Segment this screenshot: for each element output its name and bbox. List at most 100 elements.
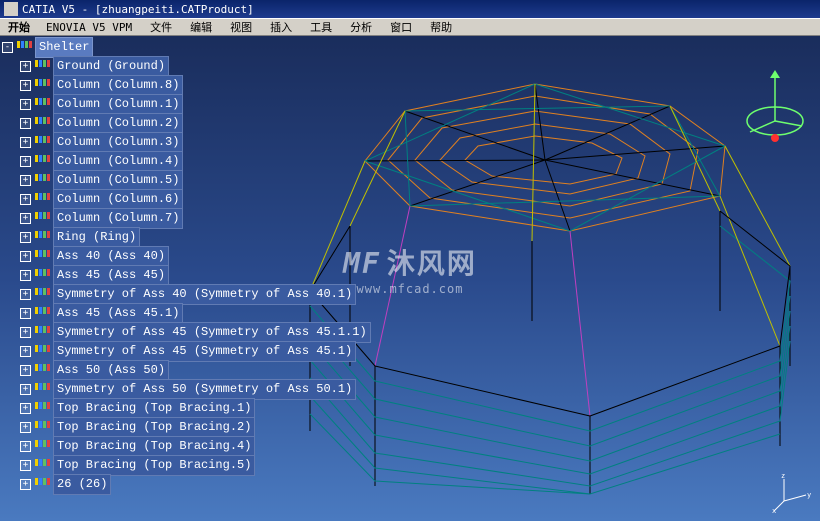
tree-label[interactable]: Symmetry of Ass 40 (Symmetry of Ass 40.1… [53,284,356,305]
tree-label[interactable]: Top Bracing (Top Bracing.1) [53,398,255,419]
expander-icon[interactable]: + [20,61,31,72]
expander-icon[interactable]: + [20,403,31,414]
expander-icon[interactable]: - [2,42,13,53]
tree-node[interactable]: + Column (Column.6) [2,190,371,209]
tree-node[interactable]: + Ground (Ground) [2,57,371,76]
tree-node[interactable]: + Top Bracing (Top Bracing.5) [2,456,371,475]
product-icon [34,60,50,74]
tree-node[interactable]: + Symmetry of Ass 45 (Symmetry of Ass 45.… [2,323,371,342]
tree-node[interactable]: + Ass 45 (Ass 45) [2,266,371,285]
menu-tools[interactable]: 工具 [306,18,336,36]
viewport-3d[interactable]: - Shelter + Ground (Ground) + Column (Column.… [0,36,820,521]
tree-node[interactable]: +26 (26) [2,475,371,494]
menu-enovia[interactable]: ENOVIA V5 VPM [42,20,136,35]
expander-icon[interactable]: + [20,289,31,300]
product-icon [34,250,50,264]
tree-node[interactable]: + Column (Column.8) [2,76,371,95]
expander-icon[interactable]: + [20,80,31,91]
tree-label[interactable]: Column (Column.5) [53,170,183,191]
expander-icon[interactable]: + [20,441,31,452]
menu-help[interactable]: 帮助 [426,18,456,36]
tree-node[interactable]: + Column (Column.5) [2,171,371,190]
expander-icon[interactable]: + [20,270,31,281]
svg-text:x: x [772,507,776,513]
tree-label[interactable]: Column (Column.2) [53,113,183,134]
tree-label[interactable]: Top Bracing (Top Bracing.4) [53,436,255,457]
tree-label[interactable]: Column (Column.8) [53,75,183,96]
tree-node[interactable]: + Ass 40 (Ass 40) [2,247,371,266]
tree-label[interactable]: Ring (Ring) [53,227,140,248]
tree-label[interactable]: Symmetry of Ass 50 (Symmetry of Ass 50.1… [53,379,356,400]
tree-label[interactable]: Ass 45 (Ass 45) [53,265,169,286]
product-icon [16,41,32,55]
tree-node[interactable]: + Top Bracing (Top Bracing.4) [2,437,371,456]
product-icon [34,193,50,207]
menu-file[interactable]: 文件 [146,18,176,36]
expander-icon[interactable]: + [20,118,31,129]
tree-label[interactable]: Column (Column.1) [53,94,183,115]
product-icon [34,117,50,131]
expander-icon[interactable]: + [20,422,31,433]
tree-node[interactable]: + Top Bracing (Top Bracing.1) [2,399,371,418]
tree-node[interactable]: - Shelter [2,38,371,57]
axis-triad: z y x [772,473,812,513]
tree-node[interactable]: + Column (Column.2) [2,114,371,133]
tree-label[interactable]: Ass 40 (Ass 40) [53,246,169,267]
tree-label[interactable]: Top Bracing (Top Bracing.2) [53,417,255,438]
expander-icon[interactable]: + [20,460,31,471]
tree-label[interactable]: 26 (26) [53,474,111,495]
tree-node[interactable]: + Column (Column.7) [2,209,371,228]
product-icon [34,288,50,302]
tree-label[interactable]: Ass 45 (Ass 45.1) [53,303,183,324]
menu-start[interactable]: 开始 [4,18,34,36]
tree-label[interactable]: Column (Column.3) [53,132,183,153]
expander-icon[interactable]: + [20,137,31,148]
expander-icon[interactable]: + [20,346,31,357]
expander-icon[interactable]: + [20,384,31,395]
menu-insert[interactable]: 插入 [266,18,296,36]
expander-icon[interactable]: + [20,251,31,262]
product-icon [34,79,50,93]
tree-node[interactable]: + Column (Column.3) [2,133,371,152]
tree-node[interactable]: + Symmetry of Ass 45 (Symmetry of Ass 45.… [2,342,371,361]
menu-window[interactable]: 窗口 [386,18,416,36]
tree-node[interactable]: + Symmetry of Ass 50 (Symmetry of Ass 50.… [2,380,371,399]
tree-node[interactable]: + Ass 50 (Ass 50) [2,361,371,380]
tree-node[interactable]: + Top Bracing (Top Bracing.2) [2,418,371,437]
tree-node[interactable]: + Symmetry of Ass 40 (Symmetry of Ass 40.… [2,285,371,304]
tree-label[interactable]: Ass 50 (Ass 50) [53,360,169,381]
titlebar: CATIA V5 - [zhuangpeiti.CATProduct] [0,0,820,18]
svg-text:y: y [807,491,811,499]
menu-view[interactable]: 视图 [226,18,256,36]
expander-icon[interactable]: + [20,479,31,490]
compass-widget[interactable] [740,66,810,146]
expander-icon[interactable]: + [20,327,31,338]
tree-label[interactable]: Shelter [35,37,93,58]
expander-icon[interactable]: + [20,194,31,205]
tree-node[interactable]: + Ass 45 (Ass 45.1) [2,304,371,323]
menu-analyze[interactable]: 分析 [346,18,376,36]
product-icon [34,136,50,150]
tree-node[interactable]: + Column (Column.1) [2,95,371,114]
expander-icon[interactable]: + [20,99,31,110]
tree-label[interactable]: Symmetry of Ass 45 (Symmetry of Ass 45.1… [53,341,356,362]
tree-label[interactable]: Symmetry of Ass 45 (Symmetry of Ass 45.1… [53,322,371,343]
tree-node[interactable]: + Ring (Ring) [2,228,371,247]
expander-icon[interactable]: + [20,175,31,186]
svg-text:z: z [781,473,785,480]
tree-label[interactable]: Column (Column.7) [53,208,183,229]
tree-node[interactable]: + Column (Column.4) [2,152,371,171]
product-icon [34,459,50,473]
expander-icon[interactable]: + [20,156,31,167]
specification-tree[interactable]: - Shelter + Ground (Ground) + Column (Column.… [2,38,371,494]
expander-icon[interactable]: + [20,232,31,243]
menu-edit[interactable]: 编辑 [186,18,216,36]
tree-label[interactable]: Top Bracing (Top Bracing.5) [53,455,255,476]
tree-label[interactable]: Column (Column.6) [53,189,183,210]
tree-label[interactable]: Column (Column.4) [53,151,183,172]
expander-icon[interactable]: + [20,213,31,224]
expander-icon[interactable]: + [20,308,31,319]
expander-icon[interactable]: + [20,365,31,376]
tree-label[interactable]: Ground (Ground) [53,56,169,77]
product-icon [34,421,50,435]
